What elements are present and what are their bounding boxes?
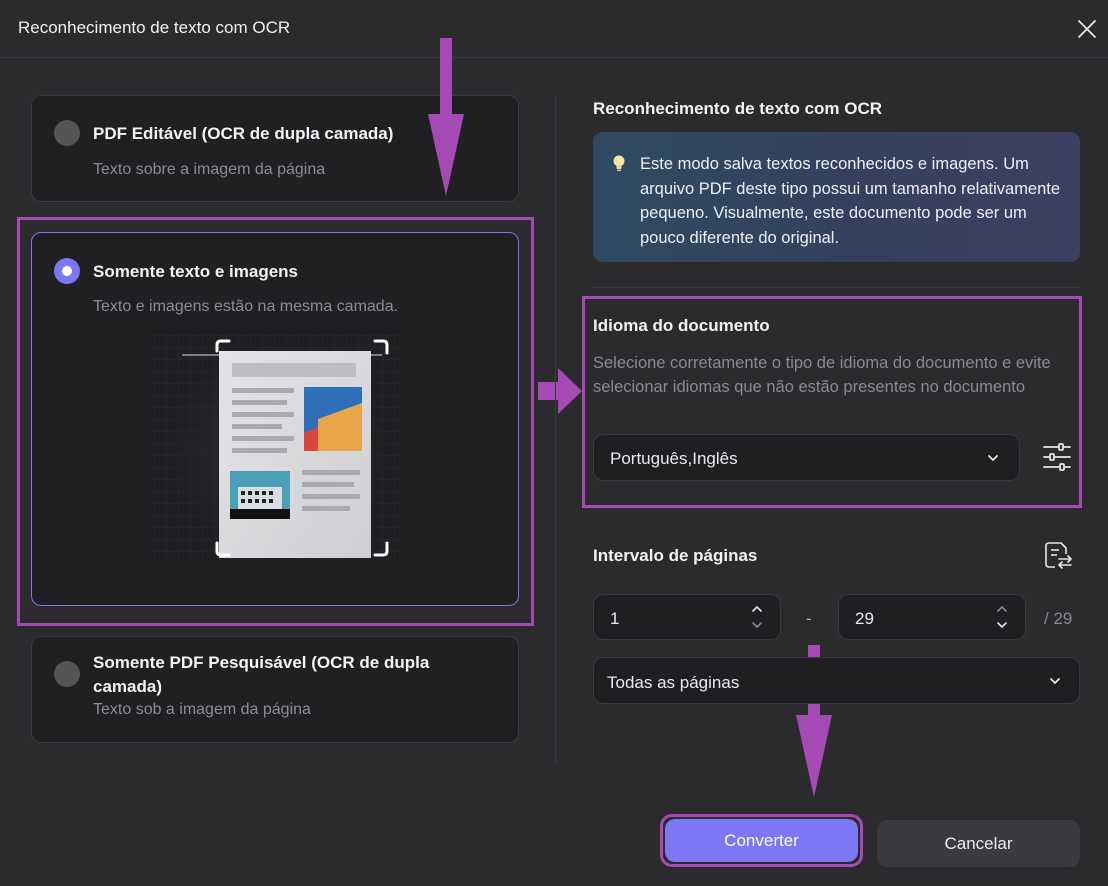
right-arrow-annotation-icon [538,368,582,414]
option-description: Texto sob a imagem da página [93,701,311,718]
page-range-icon[interactable] [1043,540,1073,570]
lightbulb-icon [613,155,625,172]
close-button[interactable] [1072,14,1102,44]
language-hint: Selecione corretamente o tipo de idioma … [593,354,1051,396]
page-from-input[interactable]: 1 [593,594,781,640]
option-title: Somente PDF Pesquisável (OCR de dupla ca… [93,653,430,696]
radio-editable-pdf[interactable] [54,120,80,146]
document-illustration-icon [152,333,402,563]
page-to-value: 29 [855,609,874,628]
radio-searchable-pdf[interactable] [54,661,80,687]
page-mode-value: Todas as páginas [607,673,740,692]
chevron-down-icon [1050,678,1060,684]
info-text: Este modo salva textos reconhecidos e im… [640,155,1061,247]
option-title: PDF Editável (OCR de dupla camada) [93,124,394,143]
language-value: Português,Inglês [610,449,738,468]
cancel-button[interactable]: Cancelar [877,820,1080,867]
dialog-title: Reconhecimento de texto com OCR [18,18,291,37]
page-total: / 29 [1044,609,1073,628]
chevron-down-icon [988,455,998,461]
radio-text-and-images[interactable] [54,258,80,284]
option-description: Texto e imagens estão na mesma camada. [93,298,399,315]
convert-button[interactable]: Converter [665,819,858,862]
sliders-icon[interactable] [1042,441,1072,473]
panel-divider [555,97,556,765]
down-arrow-annotation-icon [428,38,464,196]
close-icon [1078,20,1096,38]
stepper-icon[interactable] [750,603,764,633]
page-from-value: 1 [610,609,620,628]
option-searchable-pdf[interactable]: Somente PDF Pesquisável (OCR de dupla ca… [31,636,519,743]
option-description: Texto sobre a imagem da página [93,161,326,178]
language-select[interactable]: Português,Inglês [593,434,1020,481]
page-to-input[interactable]: 29 [838,594,1026,640]
option-text-and-images[interactable]: Somente texto e imagens Texto e imagens … [31,232,519,606]
page-mode-select[interactable]: Todas as páginas [593,657,1080,704]
stepper-icon[interactable] [995,603,1009,633]
option-title: Somente texto e imagens [93,262,299,281]
range-separator: - [806,609,812,628]
language-title: Idioma do documento [593,316,770,335]
section-title: Reconhecimento de texto com OCR [593,99,883,118]
page-range-title: Intervalo de páginas [593,546,758,565]
section-divider [593,287,1080,288]
header-divider [0,57,1108,58]
